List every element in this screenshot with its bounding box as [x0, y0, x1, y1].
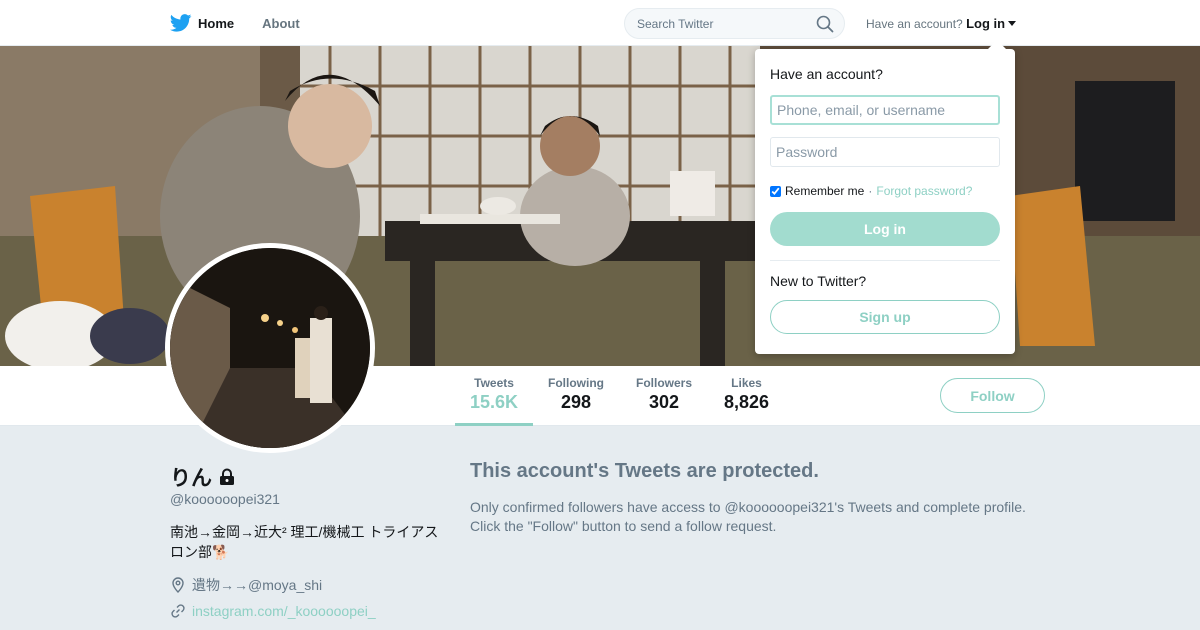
stat-label: Followers: [636, 376, 693, 390]
stat-label: Likes: [731, 376, 762, 390]
protected-body: Only confirmed followers have access to …: [470, 499, 1026, 534]
stat-label: Following: [548, 376, 604, 390]
search-input[interactable]: [637, 16, 807, 31]
stat-label: Tweets: [474, 376, 514, 390]
search-box[interactable]: [624, 8, 845, 39]
new-to-twitter-label: New to Twitter?: [770, 273, 867, 289]
active-tab-indicator: [455, 423, 533, 426]
stat-value: 298: [560, 392, 592, 412]
password-field[interactable]: [770, 137, 1000, 167]
nav-home-label: Home: [198, 15, 235, 31]
have-account-label: Have an account?: [866, 17, 963, 31]
protected-title: This account's Tweets are protected.: [470, 460, 819, 482]
remember-row: Remember me · Forgot password?: [770, 184, 972, 198]
search-icon[interactable]: [816, 15, 834, 33]
dropdown-divider: [770, 260, 1000, 261]
avatar-image: [170, 248, 370, 448]
avatar[interactable]: [165, 243, 375, 453]
url-link[interactable]: instagram.com/_koooooopei_: [192, 603, 376, 619]
forgot-password-link[interactable]: Forgot password?: [876, 184, 972, 198]
location-pin-icon: [172, 577, 184, 593]
nav-about-label: About: [262, 15, 300, 31]
stat-following[interactable]: Following 298: [548, 376, 604, 413]
profile-name: りん: [170, 467, 212, 490]
login-prompt: Have an account? Log in: [866, 16, 1017, 31]
nav-about[interactable]: About: [262, 16, 300, 31]
login-button[interactable]: Log in: [770, 212, 1000, 246]
lock-icon: [220, 468, 234, 485]
remember-checkbox[interactable]: [770, 185, 781, 197]
profile-bio: 南池→金岡→近大² 理工/機械工 トライアスロン部🐕: [170, 524, 439, 560]
remember-label: Remember me: [785, 184, 865, 198]
twitter-bird-icon: [170, 14, 192, 32]
profile-location: 遺物→→@moya_shi: [170, 575, 322, 595]
profile-url[interactable]: instagram.com/_koooooopei_: [170, 603, 376, 619]
follow-button[interactable]: Follow: [940, 378, 1045, 413]
stat-value: 302: [648, 392, 680, 412]
dropdown-arrow: [988, 40, 1006, 49]
link-icon: [171, 604, 185, 618]
dropdown-title: Have an account?: [770, 66, 883, 82]
stat-followers[interactable]: Followers 302: [636, 376, 692, 413]
stat-value: 8,826: [724, 392, 770, 412]
nav-links: Home About: [170, 0, 300, 46]
login-toggle-label: Log in: [966, 16, 1006, 31]
stat-tweets[interactable]: Tweets 15.6K: [470, 376, 518, 413]
stat-likes[interactable]: Likes 8,826: [724, 376, 769, 413]
top-nav: Home About Have an account? Log in: [0, 0, 1200, 46]
login-dropdown: Have an account? Remember me · Forgot pa…: [755, 49, 1015, 354]
nav-home[interactable]: Home: [170, 14, 234, 32]
profile-name-row: りん: [170, 462, 236, 492]
username-field[interactable]: [770, 95, 1000, 125]
location-text: 遺物→→@moya_shi: [192, 577, 323, 593]
separator-dot: ·: [868, 184, 873, 198]
profile-handle: @koooooopei321: [170, 491, 280, 507]
caret-down-icon: [1008, 21, 1017, 26]
stat-value: 15.6K: [470, 392, 519, 412]
login-toggle[interactable]: Log in: [966, 16, 1017, 31]
signup-button[interactable]: Sign up: [770, 300, 1000, 334]
